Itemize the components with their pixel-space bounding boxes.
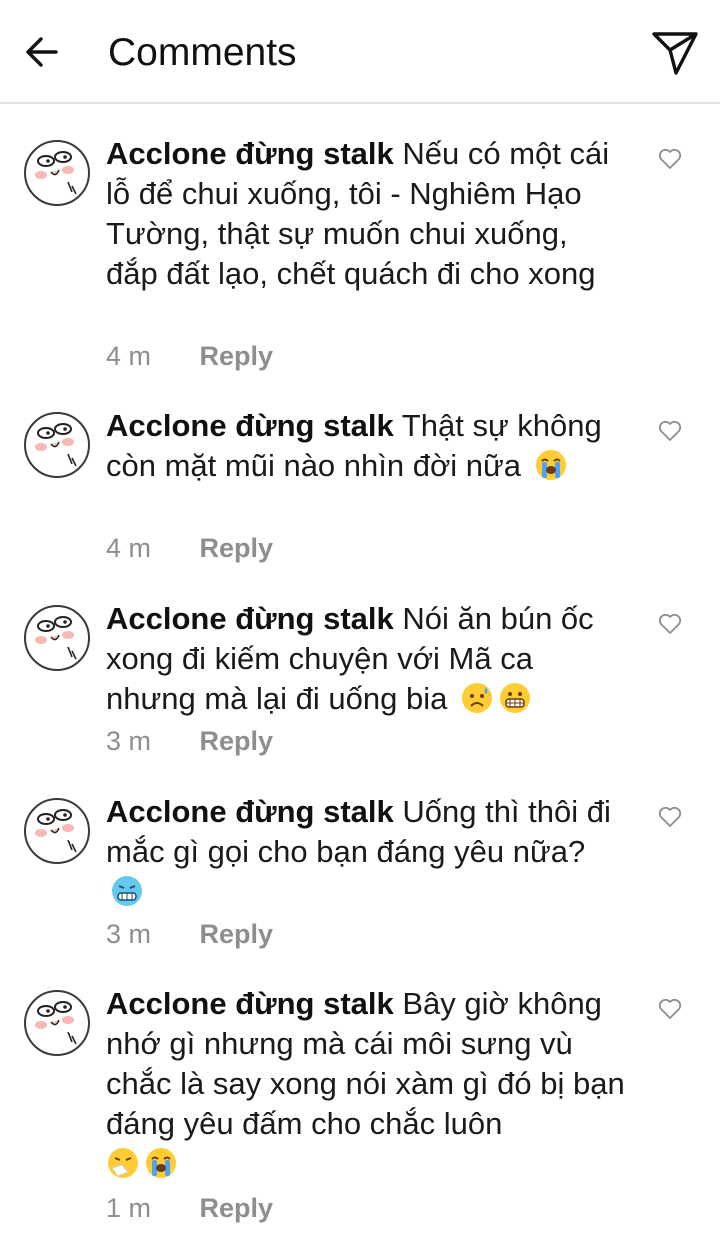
- comment-time: 3 m: [106, 919, 152, 949]
- reply-button[interactable]: Reply: [200, 919, 274, 949]
- heart-icon: [658, 148, 682, 169]
- like-button[interactable]: [658, 613, 682, 635]
- comment-meta: 3 m Reply: [106, 725, 273, 757]
- comment-meta: 1 m Reply: [106, 1192, 273, 1224]
- meme-face-avatar-icon: [35, 809, 77, 853]
- comment-text: Acclone đừng stalk Bây giờ không nhớ gì …: [106, 984, 626, 1184]
- comment-item: Acclone đừng stalk Nói ăn bún ốc xong đi…: [0, 601, 720, 765]
- meme-face-avatar-icon: [35, 1001, 77, 1045]
- meme-face-avatar-icon: [35, 151, 77, 195]
- avatar[interactable]: [24, 140, 90, 206]
- like-button[interactable]: [658, 148, 682, 170]
- loudly-crying-face-emoji: [535, 450, 566, 480]
- heart-icon: [658, 806, 682, 827]
- back-button[interactable]: [22, 32, 62, 72]
- comment-item: Acclone đừng stalk Uống thì thôi đi mắc …: [0, 794, 720, 958]
- reply-button[interactable]: Reply: [200, 1193, 274, 1223]
- paper-plane-icon: [652, 32, 698, 75]
- comment-item: Acclone đừng stalk Thật sự không còn mặt…: [0, 408, 720, 572]
- comments-header: Comments: [0, 0, 720, 104]
- heart-icon: [658, 420, 682, 441]
- comment-username[interactable]: Acclone đừng stalk: [106, 794, 394, 829]
- comment-username[interactable]: Acclone đừng stalk: [106, 136, 394, 171]
- comment-text: Acclone đừng stalk Uống thì thôi đi mắc …: [106, 792, 626, 912]
- comment-time: 1 m: [106, 1193, 152, 1223]
- heart-icon: [658, 998, 682, 1019]
- comment-item: Acclone đừng stalk Nếu có một cái lỗ để …: [0, 136, 720, 380]
- like-button[interactable]: [658, 806, 682, 828]
- comment-meta: 4 m Reply: [106, 532, 273, 564]
- like-button[interactable]: [658, 420, 682, 442]
- reply-button[interactable]: Reply: [200, 533, 274, 563]
- comment-username[interactable]: Acclone đừng stalk: [106, 601, 394, 636]
- comment-time: 4 m: [106, 341, 152, 371]
- heart-icon: [658, 613, 682, 634]
- comment-time: 3 m: [106, 726, 152, 756]
- grimacing-face-emoji: [499, 683, 530, 713]
- comment-text: Acclone đừng stalk Thật sự không còn mặt…: [106, 406, 626, 486]
- reply-button[interactable]: Reply: [200, 341, 274, 371]
- arrow-left-icon: [26, 37, 58, 67]
- avatar[interactable]: [24, 412, 90, 478]
- meme-face-avatar-icon: [35, 423, 77, 467]
- comment-meta: 4 m Reply: [106, 340, 273, 372]
- reply-button[interactable]: Reply: [200, 726, 274, 756]
- avatar[interactable]: [24, 798, 90, 864]
- avatar[interactable]: [24, 990, 90, 1056]
- comment-text: Acclone đừng stalk Nói ăn bún ốc xong đi…: [106, 599, 626, 719]
- meme-face-avatar-icon: [35, 616, 77, 660]
- comment-time: 4 m: [106, 533, 152, 563]
- comment-text: Acclone đừng stalk Nếu có một cái lỗ để …: [106, 134, 626, 294]
- sneezing-face-emoji: [108, 1148, 138, 1178]
- sad-but-relieved-face-emoji: [461, 683, 492, 713]
- comment-meta: 3 m Reply: [106, 918, 273, 950]
- comment-username[interactable]: Acclone đừng stalk: [106, 408, 394, 443]
- cold-face-emoji: [112, 876, 142, 906]
- comment-username[interactable]: Acclone đừng stalk: [106, 986, 394, 1021]
- share-button[interactable]: [650, 28, 700, 78]
- loudly-crying-face-emoji: [146, 1148, 176, 1178]
- comment-item: Acclone đừng stalk Bây giờ không nhớ gì …: [0, 986, 720, 1230]
- avatar[interactable]: [24, 605, 90, 671]
- like-button[interactable]: [658, 998, 682, 1020]
- page-title: Comments: [108, 31, 297, 74]
